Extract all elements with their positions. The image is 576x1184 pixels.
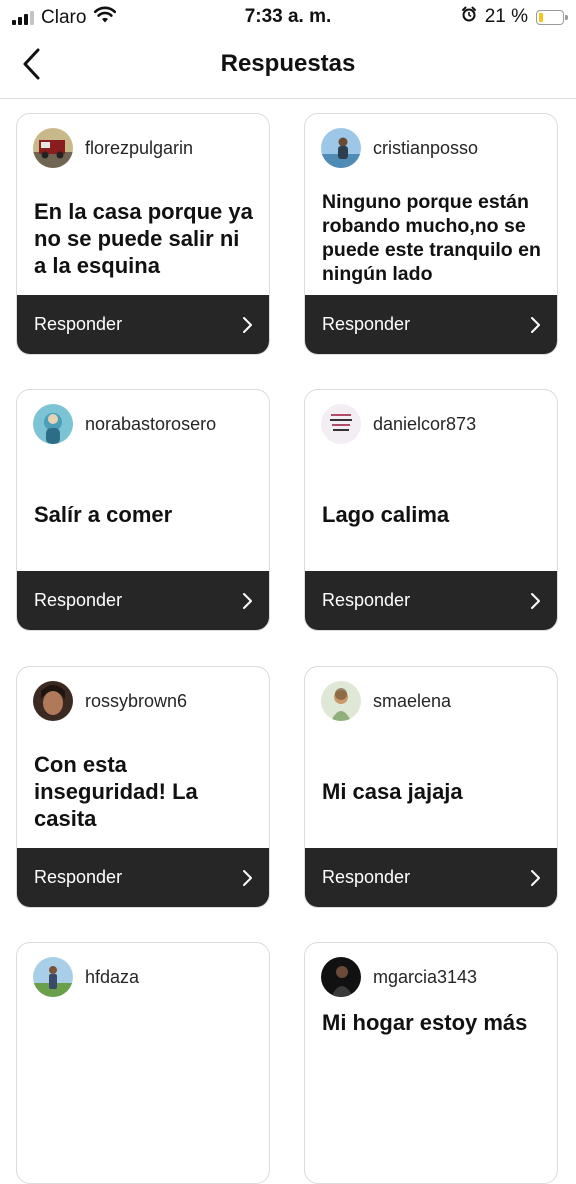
answer-text: Con esta inseguridad! La casita [34, 751, 198, 831]
nav-bar: Respuestas [0, 34, 576, 99]
chevron-right-icon [531, 869, 540, 886]
card-header: cristianposso [321, 128, 478, 168]
answer-text: Ninguno porque están robando mucho,no se… [322, 191, 541, 285]
answer-card: cristianposso Ninguno porque están roban… [304, 113, 558, 355]
username[interactable]: rossybrown6 [85, 691, 187, 712]
card-header: norabastorosero [33, 404, 216, 444]
avatar[interactable] [33, 681, 73, 721]
username[interactable]: smaelena [373, 691, 451, 712]
battery-percent: 21 % [484, 6, 528, 27]
card-header: mgarcia3143 [321, 957, 477, 997]
reply-label: Responder [322, 590, 411, 610]
reply-label: Responder [34, 314, 123, 334]
page-title: Respuestas [220, 50, 356, 77]
answer-card: norabastorosero Salír a comer Responder [16, 389, 270, 631]
answer-card: florezpulgarin En la casa porque ya no s… [16, 113, 270, 355]
username[interactable]: florezpulgarin [85, 138, 193, 159]
username[interactable]: cristianposso [373, 138, 478, 159]
card-header: smaelena [321, 681, 451, 721]
avatar[interactable] [321, 681, 361, 721]
alarm-icon [461, 6, 477, 28]
reply-label: Responder [34, 867, 123, 887]
chevron-right-icon [243, 869, 252, 886]
answer-text: Lago calima [322, 501, 450, 527]
username[interactable]: norabastorosero [85, 414, 216, 435]
avatar[interactable] [33, 957, 73, 997]
username[interactable]: danielcor873 [373, 414, 476, 435]
avatar[interactable] [321, 404, 361, 444]
answer-card: hfdaza [16, 942, 270, 1184]
answer-card: rossybrown6 Con esta inseguridad! La cas… [16, 666, 270, 908]
battery-icon [536, 9, 568, 25]
status-bar: Claro 7:33 a. m. 21 % [0, 0, 576, 34]
chevron-right-icon [531, 592, 540, 609]
reply-label: Responder [34, 590, 123, 610]
answer-text: Mi casa jajaja [322, 778, 463, 804]
avatar[interactable] [33, 404, 73, 444]
answer-card: smaelena Mi casa jajaja Responder [304, 666, 558, 908]
answer-text: Salír a comer [34, 501, 173, 527]
chevron-right-icon [243, 592, 252, 609]
card-header: danielcor873 [321, 404, 476, 444]
avatar[interactable] [321, 128, 361, 168]
status-right: 21 % [461, 6, 568, 28]
username[interactable]: hfdaza [85, 967, 139, 988]
answer-card: danielcor873 Lago calima Responder [304, 389, 558, 631]
card-header: florezpulgarin [33, 128, 193, 168]
answer-text [34, 1009, 255, 1125]
chevron-right-icon [243, 316, 252, 333]
chevron-right-icon [531, 316, 540, 333]
reply-button[interactable]: Responder [17, 295, 269, 354]
reply-label: Responder [322, 867, 411, 887]
reply-label: Responder [322, 314, 411, 334]
answer-card: mgarcia3143 Mi hogar estoy más [304, 942, 558, 1184]
reply-button[interactable]: Responder [17, 848, 269, 907]
avatar[interactable] [321, 957, 361, 997]
avatar[interactable] [33, 128, 73, 168]
reply-button[interactable]: Responder [305, 295, 557, 354]
reply-button[interactable]: Responder [305, 571, 557, 630]
card-header: hfdaza [33, 957, 139, 997]
username[interactable]: mgarcia3143 [373, 967, 477, 988]
reply-button[interactable]: Responder [17, 571, 269, 630]
answer-text: En la casa porque ya no se puede salir n… [34, 198, 253, 278]
reply-button[interactable]: Responder [305, 848, 557, 907]
card-header: rossybrown6 [33, 681, 187, 721]
answer-text: Mi hogar estoy más [322, 1010, 528, 1035]
